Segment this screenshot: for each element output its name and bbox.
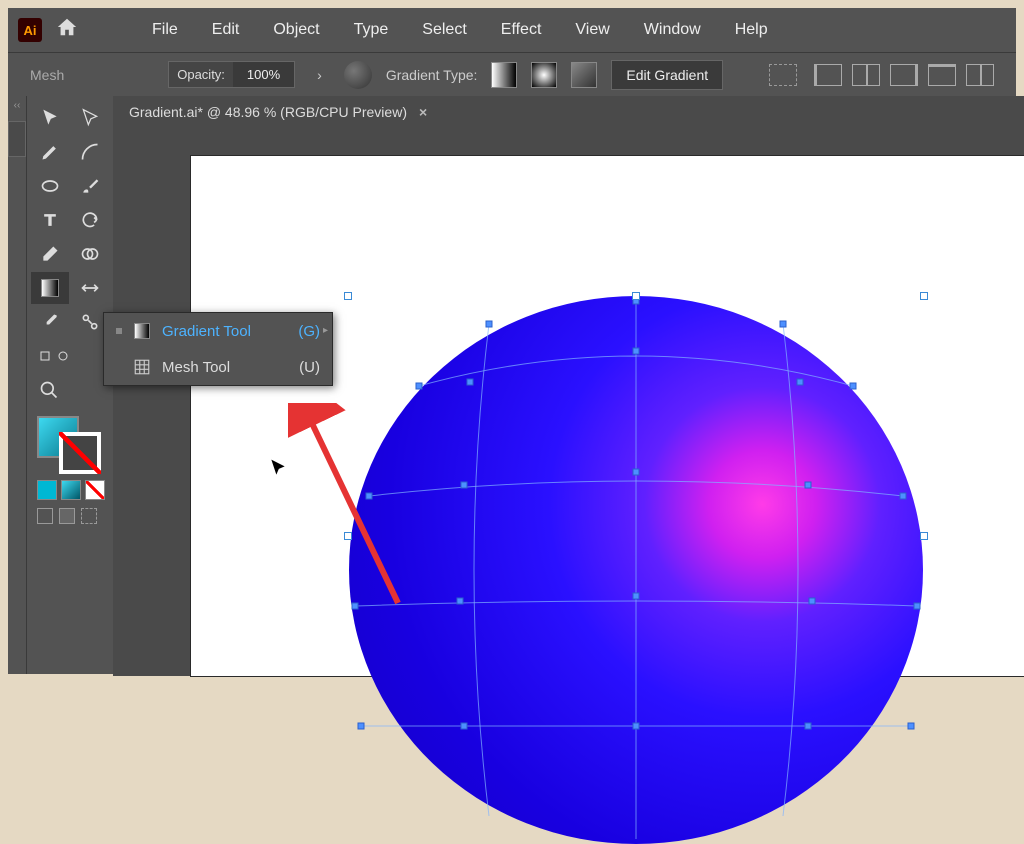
flyout-gradient-tool[interactable]: Gradient Tool (G) <box>104 313 332 349</box>
radial-gradient-swatch[interactable] <box>531 62 557 88</box>
document-tab[interactable]: Gradient.ai* @ 48.96 % (RGB/CPU Preview)… <box>113 96 1024 128</box>
cursor-icon <box>268 458 288 484</box>
color-mode-icon[interactable] <box>37 480 57 500</box>
selection-mode-label: Mesh <box>30 67 64 83</box>
zoom-tool-icon[interactable] <box>31 374 69 406</box>
gradient-mode-icon[interactable] <box>61 480 81 500</box>
close-tab-icon[interactable]: × <box>419 104 427 120</box>
align-top-icon[interactable] <box>928 64 956 86</box>
collapsed-panel-icon[interactable] <box>8 121 26 157</box>
tearoff-arrow-icon[interactable]: ▸ <box>323 325 328 336</box>
stroke-color-swatch[interactable] <box>59 432 101 474</box>
menu-window[interactable]: Window <box>630 21 715 39</box>
opacity-control[interactable]: Opacity: 100% <box>168 61 295 88</box>
graphic-style-icon[interactable] <box>344 61 372 89</box>
ellipse-tool-icon[interactable] <box>31 170 69 202</box>
eyedropper-tool-icon[interactable] <box>31 306 69 338</box>
none-mode-icon[interactable] <box>85 480 105 500</box>
home-icon[interactable] <box>56 16 78 44</box>
active-indicator-icon <box>116 328 122 334</box>
document-tab-title: Gradient.ai* @ 48.96 % (RGB/CPU Preview) <box>129 104 407 120</box>
align-left-icon[interactable] <box>814 64 842 86</box>
align-center-icon[interactable] <box>852 64 880 86</box>
fill-stroke-swatches[interactable] <box>31 416 109 472</box>
menu-file[interactable]: File <box>138 21 192 39</box>
menu-effect[interactable]: Effect <box>487 21 556 39</box>
flyout-mesh-tool[interactable]: Mesh Tool (U) <box>104 349 332 385</box>
draw-mode-icon[interactable] <box>37 508 53 524</box>
control-bar: Mesh Opacity: 100% › Gradient Type: Edit… <box>8 52 1016 96</box>
selection-tool-icon[interactable] <box>31 102 69 134</box>
width-tool-icon[interactable] <box>71 272 109 304</box>
mesh-tool-flyout-icon <box>132 357 152 377</box>
gradient-tool-flyout-icon <box>132 321 152 341</box>
opacity-value[interactable]: 100% <box>233 62 294 87</box>
flyout-item-label: Gradient Tool <box>162 323 251 340</box>
gradient-type-label: Gradient Type: <box>386 67 478 83</box>
paintbrush-tool-icon[interactable] <box>71 170 109 202</box>
draw-inside-icon[interactable] <box>81 508 97 524</box>
app-logo: Ai <box>18 18 42 42</box>
menu-select[interactable]: Select <box>408 21 480 39</box>
artboard-tool-icon[interactable] <box>31 340 69 372</box>
menu-type[interactable]: Type <box>340 21 403 39</box>
opacity-label: Opacity: <box>169 62 233 87</box>
type-tool-icon[interactable] <box>31 204 69 236</box>
selection-bounding-box <box>348 296 924 776</box>
menu-edit[interactable]: Edit <box>198 21 254 39</box>
draw-behind-icon[interactable] <box>59 508 75 524</box>
annotation-arrow <box>288 403 428 623</box>
flyout-shortcut: (G) <box>298 323 320 340</box>
flyout-item-label: Mesh Tool <box>162 359 230 376</box>
opacity-dropdown-icon[interactable]: › <box>309 67 330 83</box>
shape-builder-tool-icon[interactable] <box>71 238 109 270</box>
selection-handle[interactable] <box>632 292 640 300</box>
flyout-shortcut: (U) <box>299 359 320 376</box>
panel-dock: ‹‹ <box>8 96 27 674</box>
freeform-gradient-swatch[interactable] <box>571 62 597 88</box>
edit-gradient-button[interactable]: Edit Gradient <box>611 60 723 90</box>
canvas-area[interactable] <box>113 128 1024 676</box>
direct-selection-tool-icon[interactable] <box>71 102 109 134</box>
selection-handle[interactable] <box>920 532 928 540</box>
menu-object[interactable]: Object <box>259 21 333 39</box>
rotate-tool-icon[interactable] <box>71 204 109 236</box>
curvature-tool-icon[interactable] <box>71 136 109 168</box>
gradient-tool-icon[interactable] <box>31 272 69 304</box>
selection-handle[interactable] <box>920 292 928 300</box>
main-menu-bar: Ai File Edit Object Type Select Effect V… <box>8 8 1016 52</box>
tools-panel: Gradient Tool (G) Mesh Tool (U) ▸ <box>27 96 113 674</box>
linear-gradient-swatch[interactable] <box>491 62 517 88</box>
align-right-icon[interactable] <box>890 64 918 86</box>
isolate-icon[interactable] <box>769 64 797 86</box>
eraser-tool-icon[interactable] <box>31 238 69 270</box>
menu-view[interactable]: View <box>561 21 623 39</box>
pen-tool-icon[interactable] <box>31 136 69 168</box>
menu-help[interactable]: Help <box>721 21 782 39</box>
selection-handle[interactable] <box>344 292 352 300</box>
align-middle-icon[interactable] <box>966 64 994 86</box>
gradient-tool-flyout: Gradient Tool (G) Mesh Tool (U) ▸ <box>103 312 333 386</box>
